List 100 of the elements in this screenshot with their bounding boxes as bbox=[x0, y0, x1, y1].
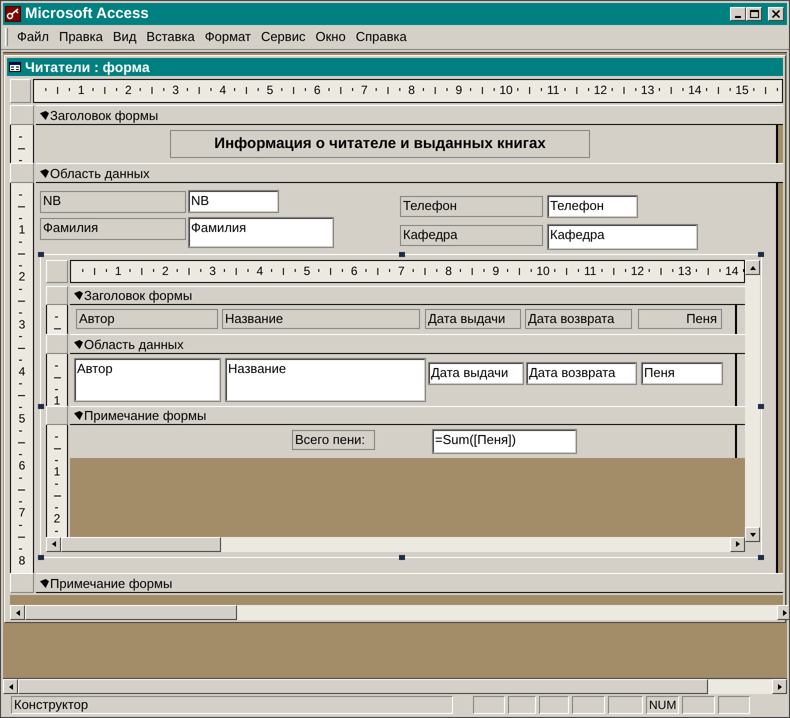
field-label[interactable]: Дата возврата bbox=[525, 309, 632, 330]
menu-item[interactable]: Сервис bbox=[256, 27, 310, 47]
section-bar[interactable]: Область данных bbox=[70, 334, 745, 354]
text-box[interactable]: Название bbox=[226, 358, 425, 401]
section-selector[interactable] bbox=[10, 163, 34, 183]
field-label[interactable]: NB bbox=[40, 191, 186, 213]
arrow-left-icon bbox=[16, 610, 20, 616]
field-label[interactable]: Кафедра bbox=[400, 225, 543, 246]
scroll-left-button[interactable] bbox=[3, 679, 18, 694]
text-box[interactable]: =Sum([Пеня]) bbox=[433, 430, 576, 453]
horizontal-scrollbar[interactable] bbox=[46, 536, 745, 552]
scroll-left-button[interactable] bbox=[46, 536, 61, 552]
selection-handle[interactable] bbox=[399, 555, 405, 560]
horizontal-scrollbar[interactable] bbox=[10, 605, 789, 620]
status-panel bbox=[572, 696, 605, 714]
status-panel bbox=[608, 696, 643, 714]
section-marker-icon bbox=[40, 110, 49, 120]
status-text: Конструктор bbox=[11, 696, 453, 714]
menu-item[interactable]: Правка bbox=[54, 27, 108, 47]
form-title: Читатели : форма bbox=[25, 58, 150, 77]
section-bar[interactable]: Заголовок формы bbox=[70, 286, 745, 306]
field-label[interactable]: Дата выдачи bbox=[425, 309, 521, 330]
section-selector[interactable] bbox=[10, 105, 34, 125]
subform[interactable] bbox=[40, 254, 762, 558]
ruler-number: 12 bbox=[630, 263, 644, 279]
ruler-number: 13 bbox=[640, 82, 654, 98]
close-button[interactable] bbox=[768, 7, 784, 21]
scroll-down-button[interactable] bbox=[745, 527, 760, 542]
text-box[interactable]: NB bbox=[189, 191, 278, 212]
scroll-thumb[interactable] bbox=[25, 605, 237, 620]
scroll-left-button[interactable] bbox=[10, 605, 25, 620]
field-label[interactable]: Пеня bbox=[638, 309, 722, 330]
minimize-icon bbox=[735, 16, 741, 18]
section-marker-icon bbox=[74, 410, 83, 420]
num-lock-indicator: NUM bbox=[646, 696, 679, 714]
text-box[interactable]: Фамилия bbox=[189, 218, 333, 247]
ruler-number: 13 bbox=[678, 263, 692, 279]
ruler-corner[interactable] bbox=[46, 260, 68, 284]
section-selector[interactable] bbox=[46, 334, 68, 354]
selection-handle[interactable] bbox=[38, 252, 44, 257]
menu-item[interactable]: Вставка bbox=[141, 27, 200, 47]
arrow-left-icon bbox=[52, 541, 56, 548]
field-label[interactable]: Автор bbox=[76, 309, 218, 330]
text-box[interactable]: Дата выдачи bbox=[429, 362, 523, 384]
empty-design-area bbox=[778, 125, 783, 163]
menu-item[interactable]: Справка bbox=[350, 27, 412, 47]
scroll-thumb[interactable] bbox=[61, 536, 221, 552]
section-bar[interactable]: Примечание формы bbox=[70, 406, 745, 425]
selection-handle[interactable] bbox=[758, 252, 764, 257]
section-marker-icon bbox=[40, 168, 49, 178]
field-label[interactable]: Всего пени: bbox=[292, 430, 375, 450]
section-bar[interactable]: Заголовок формы bbox=[36, 105, 783, 125]
vertical-scrollbar[interactable] bbox=[745, 260, 760, 542]
ruler-number: 10 bbox=[499, 82, 513, 98]
scroll-right-button[interactable] bbox=[777, 605, 789, 620]
app-icon bbox=[5, 6, 21, 22]
status-panel bbox=[682, 696, 715, 714]
field-label[interactable]: Фамилия bbox=[40, 218, 186, 240]
menu-item[interactable]: Окно bbox=[310, 27, 351, 47]
text-box[interactable]: Кафедра bbox=[548, 225, 697, 249]
section-selector[interactable] bbox=[10, 573, 34, 593]
ruler-corner[interactable] bbox=[10, 79, 31, 103]
selection-handle[interactable] bbox=[758, 555, 764, 560]
scroll-up-button[interactable] bbox=[745, 260, 760, 275]
ruler-number: 1 bbox=[18, 224, 26, 237]
scroll-right-button[interactable] bbox=[730, 536, 745, 552]
arrow-up-icon bbox=[750, 266, 756, 270]
scroll-right-button[interactable] bbox=[772, 679, 787, 694]
ruler-number: 6 bbox=[350, 263, 358, 279]
ruler-number: 1 bbox=[114, 263, 122, 279]
ruler-number: 11 bbox=[546, 82, 560, 98]
text-box[interactable]: Дата возврата bbox=[527, 362, 636, 384]
menu-item[interactable]: Формат bbox=[200, 27, 256, 47]
section-selector[interactable] bbox=[46, 286, 68, 306]
section-bar[interactable]: Примечание формы bbox=[36, 573, 783, 593]
field-label[interactable]: Информация о читателе и выданных книгах bbox=[170, 130, 590, 158]
section-title: Примечание формы bbox=[84, 408, 206, 422]
selection-handle[interactable] bbox=[758, 404, 764, 409]
selection-handle[interactable] bbox=[399, 252, 405, 257]
section-bar[interactable]: Область данных bbox=[36, 163, 783, 183]
ruler-number: 2 bbox=[125, 82, 132, 98]
ruler-number: 4 bbox=[256, 263, 264, 279]
ruler-number: 14 bbox=[688, 82, 702, 98]
field-label[interactable]: Название bbox=[222, 309, 420, 330]
section-title: Область данных bbox=[84, 338, 184, 351]
ruler-number: 2 bbox=[18, 270, 26, 284]
section-title: Заголовок формы bbox=[50, 108, 158, 122]
menu-item[interactable]: Вид bbox=[108, 27, 142, 47]
ruler-number: 7 bbox=[398, 263, 405, 279]
text-box[interactable]: Автор bbox=[75, 358, 220, 401]
menu-item[interactable]: Файл bbox=[12, 27, 54, 47]
selection-handle[interactable] bbox=[38, 404, 44, 409]
minimize-button[interactable] bbox=[730, 7, 746, 21]
maximize-button[interactable] bbox=[746, 7, 762, 21]
section-selector[interactable] bbox=[46, 406, 68, 425]
field-label[interactable]: Телефон bbox=[400, 196, 543, 217]
text-box[interactable]: Пеня bbox=[642, 362, 722, 384]
text-box[interactable]: Телефон bbox=[548, 196, 637, 217]
arrow-right-icon bbox=[736, 541, 740, 548]
selection-handle[interactable] bbox=[38, 555, 44, 560]
